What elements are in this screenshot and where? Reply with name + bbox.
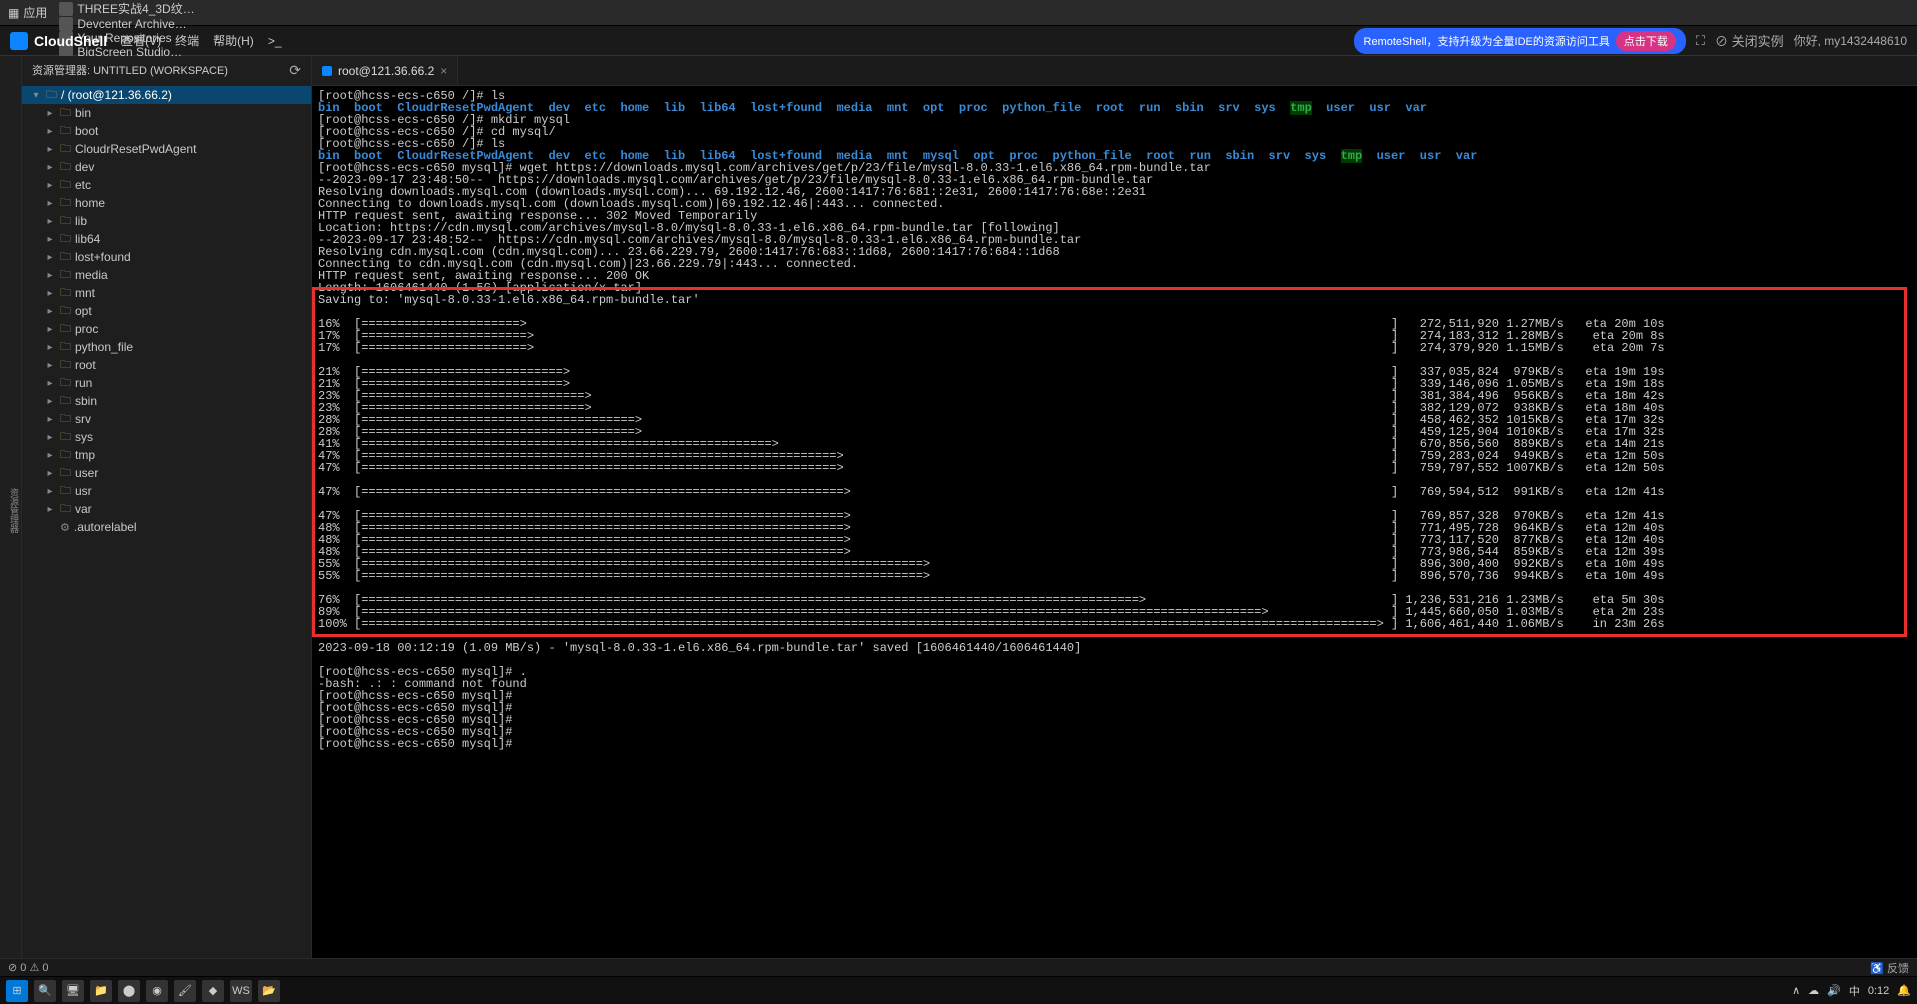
- menu-help[interactable]: 帮助(H): [213, 32, 254, 49]
- tree-item[interactable]: ▸🗀lib: [22, 212, 311, 230]
- tree-item[interactable]: ▸🗀bin: [22, 104, 311, 122]
- tray-item[interactable]: 🔔: [1897, 984, 1911, 997]
- menu-terminal-icon[interactable]: >_: [268, 34, 282, 48]
- fullscreen-icon[interactable]: ⛶: [1696, 33, 1705, 49]
- tree-item[interactable]: ▸🗀mnt: [22, 284, 311, 302]
- start-button[interactable]: ⊞: [6, 980, 28, 1002]
- close-icon[interactable]: ×: [440, 64, 447, 78]
- editor-area: root@121.36.66.2 × [root@hcss-ecs-c650 /…: [312, 56, 1917, 958]
- tree-item[interactable]: ▸🗀run: [22, 374, 311, 392]
- refresh-icon[interactable]: ⟳: [289, 62, 301, 79]
- status-problems[interactable]: ⊘ 0 ⚠ 0: [8, 961, 48, 974]
- taskbar-app6[interactable]: WS: [230, 980, 252, 1002]
- tree-item[interactable]: ▸🗀python_file: [22, 338, 311, 356]
- tree-item[interactable]: ▸🗀CloudrResetPwdAgent: [22, 140, 311, 158]
- menu-view[interactable]: 查看(V): [121, 32, 161, 49]
- file-explorer-sidebar: 资源管理器: UNTITLED (WORKSPACE) ⟳ ▾🗀/ (root@…: [22, 56, 312, 958]
- taskbar-app1[interactable]: 🖥: [62, 980, 84, 1002]
- welcome-text: 你好, my1432448610: [1794, 32, 1907, 49]
- tab-bar: root@121.36.66.2 ×: [312, 56, 1917, 86]
- favicon-icon: [59, 2, 73, 16]
- browser-bookmarks-bar: ▦ 应用 资讯_哔哩哔哩 ( ˘･...汇编语言 | 寄存器…C++ 中 Win…: [0, 0, 1917, 26]
- terminal-icon: [322, 66, 332, 76]
- brand-text: CloudShell: [34, 33, 107, 49]
- terminal-panel[interactable]: [root@hcss-ecs-c650 /]# ls bin boot Clou…: [312, 86, 1917, 958]
- tray-item[interactable]: ∧: [1792, 984, 1800, 997]
- app-top-bar: CloudShell 查看(V) 终端 帮助(H) >_ RemoteShell…: [0, 26, 1917, 56]
- taskbar-app2[interactable]: 📁: [90, 980, 112, 1002]
- tree-item[interactable]: ▸🗀lib64: [22, 230, 311, 248]
- windows-taskbar: ⊞ 🔍 🖥 📁 ⬤ ◉ 🖌 ◆ WS 📂 ∧ ☁ 🔊 中 0:12 🔔: [0, 976, 1917, 1004]
- tree-item[interactable]: ▸🗀boot: [22, 122, 311, 140]
- main-area: 资源管理器 资源管理器: UNTITLED (WORKSPACE) ⟳ ▾🗀/ …: [0, 56, 1917, 958]
- apps-menu[interactable]: ▦ 应用: [8, 4, 47, 21]
- taskbar-app3[interactable]: ⬤: [118, 980, 140, 1002]
- tree-item[interactable]: ▸🗀etc: [22, 176, 311, 194]
- tray-item[interactable]: 0:12: [1868, 985, 1889, 997]
- file-tree[interactable]: ▾🗀/ (root@121.36.66.2)▸🗀bin▸🗀boot▸🗀Cloud…: [22, 84, 311, 958]
- tree-item[interactable]: ▸🗀usr: [22, 482, 311, 500]
- menu-terminal[interactable]: 终端: [175, 32, 199, 49]
- pill-download-btn[interactable]: 点击下载: [1616, 31, 1676, 51]
- activity-bar[interactable]: 资源管理器: [0, 56, 22, 958]
- apps-label: 应用: [23, 4, 47, 21]
- tree-item[interactable]: ▸🗀media: [22, 266, 311, 284]
- tree-item[interactable]: ▸🗀var: [22, 500, 311, 518]
- sidebar-title: 资源管理器: UNTITLED (WORKSPACE): [32, 62, 228, 78]
- tree-item[interactable]: ▸🗀dev: [22, 158, 311, 176]
- bookmark-item[interactable]: THREE实战4_3D纹…: [59, 0, 194, 17]
- tree-item[interactable]: ▸🗀srv: [22, 410, 311, 428]
- tree-item[interactable]: ▸🗀sbin: [22, 392, 311, 410]
- tree-item[interactable]: ▸🗀lost+found: [22, 248, 311, 266]
- tree-file-autorelabel[interactable]: ⚙.autorelabel: [22, 518, 311, 536]
- favicon-icon: [59, 17, 73, 31]
- search-button[interactable]: 🔍: [34, 980, 56, 1002]
- tree-item[interactable]: ▸🗀tmp: [22, 446, 311, 464]
- taskbar-app4[interactable]: 🖌: [174, 980, 196, 1002]
- tree-item[interactable]: ▸🗀opt: [22, 302, 311, 320]
- pill-text: RemoteShell，支持升级为全量IDE的资源访问工具: [1364, 33, 1610, 49]
- tree-item[interactable]: ▸🗀sys: [22, 428, 311, 446]
- taskbar-chrome[interactable]: ◉: [146, 980, 168, 1002]
- status-feedback[interactable]: ♿ 反馈: [1870, 960, 1909, 976]
- brand-logo[interactable]: CloudShell: [10, 32, 107, 50]
- status-bar: ⊘ 0 ⚠ 0 ♿ 反馈: [0, 958, 1917, 976]
- tray-item[interactable]: ☁: [1808, 984, 1819, 997]
- taskbar-app7[interactable]: 📂: [258, 980, 280, 1002]
- tray-item[interactable]: 🔊: [1827, 984, 1841, 997]
- tree-item[interactable]: ▸🗀user: [22, 464, 311, 482]
- tray-item[interactable]: 中: [1849, 983, 1860, 999]
- remote-shell-pill[interactable]: RemoteShell，支持升级为全量IDE的资源访问工具 点击下载: [1354, 28, 1686, 54]
- tree-item[interactable]: ▸🗀proc: [22, 320, 311, 338]
- tree-root[interactable]: ▾🗀/ (root@121.36.66.2): [22, 86, 311, 104]
- tree-item[interactable]: ▸🗀home: [22, 194, 311, 212]
- cloud-icon: [10, 32, 28, 50]
- tree-item[interactable]: ▸🗀root: [22, 356, 311, 374]
- taskbar-app5[interactable]: ◆: [202, 980, 224, 1002]
- close-instance-btn[interactable]: ⊘ 关闭实例: [1715, 31, 1784, 50]
- tab-terminal[interactable]: root@121.36.66.2 ×: [312, 56, 458, 85]
- tab-label: root@121.36.66.2: [338, 64, 434, 78]
- bookmark-item[interactable]: Devcenter Archive…: [59, 17, 194, 31]
